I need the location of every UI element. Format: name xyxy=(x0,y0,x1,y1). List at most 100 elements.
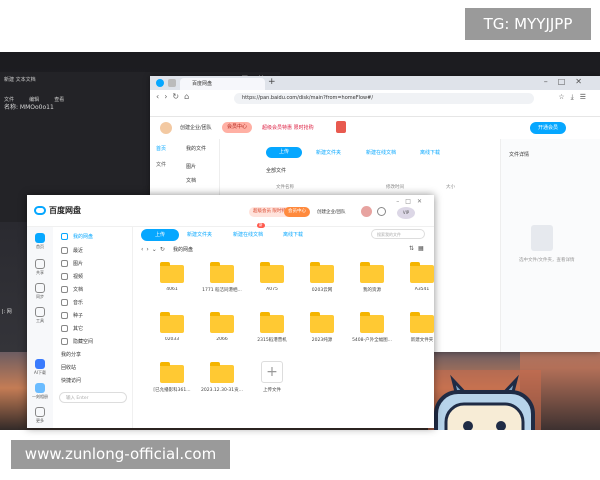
netdisk-rail: 首页 共享 同步 工具 AI下载 一刻相册 更多 xyxy=(27,227,53,428)
rail-item-share[interactable]: 共享 xyxy=(30,259,50,276)
col-modified[interactable]: 修改时间 xyxy=(386,184,404,190)
web-offline-download-button[interactable]: 离线下载 xyxy=(420,149,440,156)
folder-item[interactable]: 4061 xyxy=(147,262,197,292)
folder-icon xyxy=(410,262,434,283)
sidebar-item-home[interactable]: 首页 xyxy=(156,145,166,152)
web-upload-button[interactable]: 上传 xyxy=(266,147,302,158)
folder-icon xyxy=(360,312,384,333)
file-search-input[interactable]: 搜索我的文件 xyxy=(371,229,425,239)
rail-item-sync[interactable]: 同步 xyxy=(30,283,50,300)
folder-item[interactable]: A3541 xyxy=(397,262,447,292)
folder-item[interactable]: 2023.12.30-31贡... xyxy=(197,362,247,393)
notepad-content[interactable]: 名称: MMOo0o11 xyxy=(4,102,54,111)
settings-gear-icon[interactable] xyxy=(377,207,386,216)
create-team-link[interactable]: 创建企业/团队 xyxy=(317,209,346,215)
upgrade-button[interactable]: 开通会员 xyxy=(530,122,566,134)
details-hint: 选中文件/文件夹，查看详情 xyxy=(519,258,575,263)
netdisk-window: 百度网盘 超级会员 限时特惠¥198 会员中心 创建企业/团队 VIP –□✕ … xyxy=(27,195,434,428)
vip-badge[interactable]: VIP xyxy=(397,207,415,219)
tab-title: 百度网盘 xyxy=(192,81,213,87)
folder-item[interactable]: A075 xyxy=(247,262,297,292)
sidebar-item-images[interactable]: 图片 xyxy=(186,163,196,170)
rail-item-home[interactable]: 首页 xyxy=(30,233,50,250)
browser-window-controls[interactable]: –□✕ xyxy=(544,77,592,86)
nav-hidden-space[interactable]: 隐藏空间 xyxy=(61,338,93,345)
folder-item[interactable]: 我的资源 xyxy=(347,262,397,293)
gift-icon[interactable] xyxy=(336,121,346,133)
nav-videos[interactable]: 视频 xyxy=(61,273,83,280)
nav-other[interactable]: 其它 xyxy=(61,325,83,332)
folder-icon xyxy=(310,262,334,283)
menu-view[interactable]: 查看 xyxy=(54,97,64,103)
nav-docs[interactable]: 文档 xyxy=(61,286,83,293)
plus-icon: + xyxy=(261,361,283,383)
nav-arrows-icon[interactable]: ‹›↻⌂ xyxy=(156,92,194,101)
empty-file-icon xyxy=(531,225,553,251)
browser-tools-icon[interactable]: ☆⤓☰ xyxy=(558,93,592,102)
details-title: 文件详情 xyxy=(509,152,530,158)
folder-icon xyxy=(260,262,284,283)
folder-item[interactable]: 0203云网 xyxy=(297,262,347,293)
quick-access-placeholder: 输入 Enter xyxy=(66,396,89,401)
nav-recent[interactable]: 最近 xyxy=(61,247,83,254)
new-online-doc-button[interactable]: 新建在线文档 xyxy=(233,231,263,238)
web-new-folder-button[interactable]: 新建文件夹 xyxy=(316,149,341,156)
member-center-button[interactable]: 会员中心 xyxy=(222,122,253,133)
nav-my-shares[interactable]: 我的分享 xyxy=(61,351,81,358)
nav-my-files[interactable]: 我的网盘 xyxy=(61,233,93,240)
nav-music[interactable]: 音乐 xyxy=(61,299,83,306)
folder-item[interactable]: 2066 xyxy=(197,312,247,342)
nav-recycle-bin[interactable]: 回收站 xyxy=(61,364,76,371)
netdisk-topbar: 百度网盘 超级会员 限时特惠¥198 会员中心 创建企业/团队 VIP –□✕ xyxy=(27,195,434,227)
rail-item-tools[interactable]: 工具 xyxy=(30,307,50,324)
browser-tab[interactable]: 百度网盘 xyxy=(180,78,265,90)
rail-item-ai-download[interactable]: AI下载 xyxy=(30,359,50,376)
view-toggle-icon[interactable]: ⇅▦ xyxy=(409,245,428,252)
upload-file-tile[interactable]: + 上传文件 xyxy=(247,361,297,393)
netdisk-window-controls[interactable]: –□✕ xyxy=(396,198,428,205)
all-files-label: 全部文件 xyxy=(266,168,287,174)
url-field[interactable]: https://pan.baidu.com/disk/main?from=hom… xyxy=(234,93,534,104)
tab-list-icon[interactable] xyxy=(168,79,176,87)
folder-item[interactable]: 02033 xyxy=(147,312,197,342)
rail-item-more[interactable]: 更多 xyxy=(30,407,50,424)
web-new-doc-button[interactable]: 新建在线文档 xyxy=(366,149,396,156)
folder-item[interactable]: 2315稻港营机 xyxy=(247,312,297,343)
bookmarks-bar: 手机优惠 百度网盘 ZXCN平台 pan.baidu 百度网盘 Microsof… xyxy=(150,106,600,125)
address-bar-row: ‹›↻⌂ https://pan.baidu.com/disk/main?fro… xyxy=(150,90,600,106)
new-folder-button[interactable]: 新建文件夹 xyxy=(187,231,212,238)
folder-icon xyxy=(260,312,284,333)
folder-item[interactable]: 2023纯源 xyxy=(297,312,347,343)
sidebar-item-files[interactable]: 文件 xyxy=(156,161,166,168)
folder-item[interactable]: 新建文件夹 xyxy=(397,312,447,343)
sidebar-item-docs[interactable]: 文档 xyxy=(186,177,196,184)
promo-text[interactable]: 超级会员特惠 限时抢购 xyxy=(262,124,314,131)
folder-item[interactable]: 5408-户外全幅图... xyxy=(347,312,397,343)
nav-torrents[interactable]: 种子 xyxy=(61,312,83,319)
folder-item[interactable]: 1771 稻洁同港栖... xyxy=(197,262,247,293)
file-details-panel: 文件详情 选中文件/文件夹，查看详情 xyxy=(500,139,600,352)
col-name[interactable]: 文件名称 xyxy=(276,184,294,190)
my-files-label[interactable]: 我的文件 xyxy=(186,145,206,152)
offline-download-button[interactable]: 离线下载 xyxy=(283,231,303,238)
rail-item-album[interactable]: 一刻相册 xyxy=(30,383,50,400)
folder-icon xyxy=(210,362,234,383)
upload-button[interactable]: 上传 xyxy=(141,229,179,241)
folder-item[interactable]: [已允播影科361... xyxy=(147,362,197,393)
baidu-web-header: 创建企业/团队 会员中心 超级会员特惠 限时抢购 开通会员 xyxy=(150,117,600,139)
avatar[interactable] xyxy=(160,122,172,134)
netdisk-nav: 我的网盘 最近 图片 视频 文档 音乐 种子 其它 隐藏空间 我的分享 回收站 … xyxy=(53,227,133,428)
breadcrumb-nav-icon[interactable]: ‹›⌄↻ xyxy=(141,246,168,253)
quick-access-input[interactable]: 输入 Enter xyxy=(59,392,127,403)
nav-images[interactable]: 图片 xyxy=(61,260,83,267)
mascot-dog-sticker xyxy=(428,370,541,430)
new-tab-plus-icon[interactable]: + xyxy=(268,77,276,87)
col-size[interactable]: 大小 xyxy=(446,184,455,190)
breadcrumb[interactable]: 我的网盘 xyxy=(173,246,193,253)
create-team-link[interactable]: 创建企业/团队 xyxy=(180,124,212,131)
notepad-title: 新建 文本文档 xyxy=(4,77,36,83)
user-avatar[interactable] xyxy=(361,206,372,217)
nav-quick-access[interactable]: 快捷访问 xyxy=(61,377,81,384)
member-center-button[interactable]: 会员中心 xyxy=(284,207,310,217)
notepad-side-text: J: 网 xyxy=(2,309,12,315)
